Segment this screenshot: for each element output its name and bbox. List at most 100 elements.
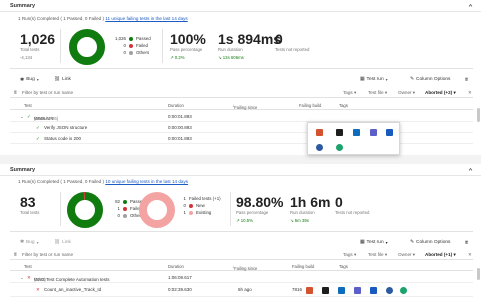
outcome-donut-chart: [69, 29, 105, 65]
column-options-button[interactable]: ✎ Column Options: [410, 240, 450, 245]
table-row[interactable]: ⌄ ✓ WMS API (1026/1026) 0:00:01.893: [10, 112, 473, 122]
summary-header[interactable]: Summary: [0, 164, 481, 176]
pass-percentage-label: Pass percentage: [170, 47, 203, 52]
table-row[interactable]: ✓ Status code is 200 0:00:01.893: [10, 134, 473, 144]
run-summary-text: 1 Run(s) Completed ( 1 Passed, 0 Failed …: [18, 16, 188, 21]
chevron-up-icon[interactable]: [468, 167, 473, 172]
column-options-button[interactable]: ✎ Column Options: [410, 77, 450, 82]
teams-icon[interactable]: [354, 287, 361, 294]
divider: [162, 29, 163, 63]
col-failing-build[interactable]: Failing build: [292, 264, 314, 269]
stats-row: 1,026 Total tests -4,134 1,026 Passed 0 Fa…: [10, 25, 473, 69]
edge-icon[interactable]: [336, 144, 343, 151]
chevron-down-icon: ▾: [385, 77, 388, 82]
filter-input[interactable]: Filter by test or run name: [22, 252, 73, 257]
chevron-up-icon[interactable]: [468, 3, 473, 8]
bug-button[interactable]: ✱ Bug ▾: [20, 240, 39, 245]
col-test[interactable]: Test: [24, 264, 32, 269]
owner-filter[interactable]: Owner ▾: [398, 252, 415, 258]
teams-icon[interactable]: [370, 129, 377, 136]
test-run-button[interactable]: ▦ Test run ▾: [360, 77, 388, 82]
powerpoint-icon[interactable]: [316, 129, 323, 136]
scrollbar-thumb[interactable]: [477, 108, 480, 122]
run-duration-value: 1h 6m: [290, 194, 331, 210]
failing-tests-link[interactable]: 10 unique failing tests in the last 14 d…: [105, 179, 188, 184]
summary-title: Summary: [10, 2, 36, 9]
test-run-button[interactable]: ▦ Test run ▾: [360, 240, 388, 245]
edge-icon[interactable]: [400, 287, 407, 294]
not-reported-label: Tests not reported: [335, 210, 370, 215]
legend-failed: 0 Failed: [123, 43, 148, 48]
new-dot-icon: [189, 203, 193, 208]
chevron-down-icon[interactable]: ⌄: [20, 114, 24, 120]
col-failing-since[interactable]: ↓ Failing since: [232, 103, 257, 110]
terminal-icon[interactable]: [322, 287, 329, 294]
link-button[interactable]: ⛓ Link: [54, 77, 71, 82]
tags-filter[interactable]: Tags ▾: [343, 90, 356, 96]
failing-tests-link[interactable]: 11 unique failing tests in the last 14 d…: [105, 16, 187, 21]
results-toolbar: ✱ Bug ▾ ⛓ Link ▦ Test run ▾ ✎ Column Opt…: [10, 237, 473, 248]
clear-filter-icon[interactable]: ✕: [468, 90, 472, 96]
outcome-filter[interactable]: Aborted (+2) ▾: [425, 90, 456, 96]
table-row[interactable]: ✓ Verify JSON structure 0:00:00.893: [10, 123, 473, 133]
not-reported-label: Tests not reported: [275, 47, 310, 52]
word-icon[interactable]: [370, 287, 377, 294]
total-tests-label: Total tests: [20, 210, 40, 215]
test-file-filter[interactable]: Test file ▾: [368, 90, 387, 96]
owner-filter[interactable]: Owner ▾: [398, 90, 415, 96]
run-duration-trend: ↘ 13s 606ms: [218, 55, 244, 60]
pass-percentage-trend: ↗ 10.5%: [236, 218, 253, 223]
col-failing-since[interactable]: ↓ Failing since: [232, 264, 257, 271]
taskbar-icons: [300, 284, 410, 298]
filter-input[interactable]: Filter by test or run name: [22, 90, 73, 95]
filter-bar: ⩸ Filter by test or run name Tags ▾ Test…: [10, 250, 473, 260]
run-duration-value: 1s 894ms: [218, 31, 282, 47]
test-summary-panel-top: Summary 1 Run(s) Completed ( 1 Passed, 0…: [0, 0, 481, 155]
outlook-icon[interactable]: [353, 129, 360, 136]
bug-button[interactable]: ✱ Bug ▾: [20, 77, 39, 83]
col-tags[interactable]: Tags: [339, 264, 348, 269]
table-row[interactable]: ⌄ ✕ WMS Test Complete Automation tests (…: [10, 273, 473, 283]
filter-button[interactable]: ⩸: [465, 77, 468, 83]
pass-percentage-value: 100%: [170, 31, 206, 47]
column-header-row: Test Duration ↓ Failing since Failing bu…: [10, 262, 473, 271]
tags-filter[interactable]: Tags ▾: [343, 252, 356, 258]
outcome-donut-chart: [67, 192, 103, 228]
summary-header[interactable]: Summary: [0, 0, 481, 12]
wrench-icon: ✎: [410, 77, 415, 82]
col-test[interactable]: Test: [24, 103, 32, 108]
summary-title: Summary: [10, 166, 36, 173]
scrollbar-thumb[interactable]: [477, 268, 480, 280]
outcome-filter[interactable]: Aborted (+1) ▾: [425, 252, 456, 258]
col-failing-build[interactable]: Failing build: [299, 103, 321, 108]
chevron-down-icon: ▾: [385, 240, 388, 245]
run-summary-text: 1 Run(s) Completed ( 1 Passed, 0 Failed …: [18, 179, 189, 184]
word-icon[interactable]: [386, 129, 393, 136]
col-tags[interactable]: Tags: [339, 103, 348, 108]
powerpoint-icon[interactable]: [306, 287, 313, 294]
vpn-icon[interactable]: [316, 144, 323, 151]
passed-check-icon: ✓: [36, 136, 40, 141]
filter-bar: ⩸ Filter by test or run name Tags ▾ Test…: [10, 88, 473, 98]
outlook-icon[interactable]: [338, 287, 345, 294]
vpn-icon[interactable]: [386, 287, 393, 294]
pass-percentage-value: 98.80%: [236, 194, 284, 210]
divider: [60, 29, 61, 63]
pass-percentage-trend: ↗ 0.2%: [170, 55, 185, 60]
bug-icon: ✱: [20, 76, 25, 83]
total-tests-trend: -4,134: [20, 55, 33, 60]
test-file-filter[interactable]: Test file ▾: [368, 252, 387, 258]
col-duration[interactable]: Duration: [168, 264, 184, 269]
legend-others: 0 Others: [123, 50, 150, 55]
bug-icon: ✱: [20, 240, 25, 245]
col-duration[interactable]: Duration: [168, 103, 184, 108]
clear-filter-icon[interactable]: ✕: [468, 252, 472, 258]
existing-dot-icon: [189, 210, 193, 215]
others-dot-icon: [129, 50, 133, 55]
filter-button[interactable]: ⩸: [465, 240, 468, 246]
terminal-icon[interactable]: [336, 129, 343, 136]
chevron-down-icon[interactable]: ⌄: [20, 275, 24, 281]
link-button[interactable]: ⛓ Link: [54, 240, 71, 245]
passed-check-icon: ✓: [27, 114, 31, 119]
passed-check-icon: ✓: [36, 125, 40, 130]
